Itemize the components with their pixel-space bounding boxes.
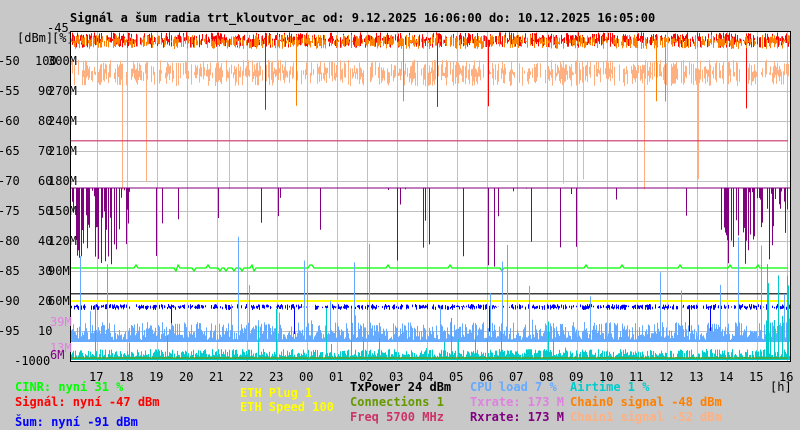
x-tick-label: 13 [689, 370, 704, 384]
y-rate-tick-label: 210M [48, 144, 77, 158]
legend-rxrate: Rxrate: 173 M [470, 410, 564, 424]
y-dbm-tick-label: -100 [14, 354, 43, 368]
legend-eth-speed: ETH Speed 100 [240, 400, 334, 414]
y-rate-tick-label: 270M [48, 84, 77, 98]
y-rate-tick-label: 180M [48, 174, 77, 188]
x-tick-label: 20 [179, 370, 194, 384]
x-tick-label: 19 [149, 370, 164, 384]
plot-area [70, 31, 791, 362]
x-tick-label: 00 [299, 370, 314, 384]
x-tick-label: 01 [329, 370, 344, 384]
y-rate-tick-label: 240M [48, 114, 77, 128]
y-rate-tick-label: 300M [48, 54, 77, 68]
y-rate-extra-tick-label: 6M [50, 348, 65, 362]
y-dbm-tick-label: -55 [0, 84, 20, 98]
x-tick-label: 21 [209, 370, 224, 384]
x-tick-label: 16 [779, 370, 794, 384]
y-dbm-tick-label: -85 [0, 264, 20, 278]
y-dbm-tick-label: -75 [0, 204, 20, 218]
legend-freq: Freq 5700 MHz [350, 410, 444, 424]
x-tick-label: 15 [749, 370, 764, 384]
y-dbm-tick-label: -60 [0, 114, 20, 128]
legend-txrate: Txrate: 173 M [470, 395, 564, 409]
x-tick-label: 23 [269, 370, 284, 384]
legend-signal: Signál: nyní -47 dBm [15, 395, 160, 409]
x-tick-label: 22 [239, 370, 254, 384]
legend-eth-plug: ETH Plug 1 [240, 386, 313, 400]
y-dbm-tick-label: -90 [0, 294, 20, 308]
y-rate-tick-label: 150M [48, 204, 77, 218]
x-tick-label: 14 [719, 370, 734, 384]
y-rate-tick-label: 120M [48, 234, 77, 248]
y-rate-tick-label: 90M [48, 264, 70, 278]
y-dbm-tick-label: -95 [0, 324, 20, 338]
y-dbm-tick-label: -50 [0, 54, 20, 68]
y-dbm-tick-label: -65 [0, 144, 20, 158]
legend-airtime: Airtime 1 % [570, 380, 650, 394]
x-tick-label: 12 [659, 370, 674, 384]
y-rate-tick-label: 60M [48, 294, 70, 308]
legend-connections: Connections 1 [350, 395, 444, 409]
y-dbm-tick-label: -45 [47, 21, 69, 35]
y-rate-extra-tick-label: 39M [50, 315, 72, 329]
signal-noise-chart: Signál a šum radia trt_kloutvor_ac od: 9… [0, 0, 800, 430]
legend-chain0: Chain0 signal -48 dBm [570, 395, 722, 409]
y-dbm-tick-label: -70 [0, 174, 20, 188]
legend-noise: Šum: nyní -91 dBm [15, 415, 138, 429]
y-dbm-tick-label: -80 [0, 234, 20, 248]
legend-cinr: CINR: nyní 31 % [15, 380, 124, 394]
legend-chain1: Chain1 signal -52 dBm [570, 410, 722, 424]
x-tick-label: 05 [449, 370, 464, 384]
legend-cpu-load: CPU load 7 % [470, 380, 557, 394]
legend-txpower: TxPower 24 dBm [350, 380, 452, 394]
